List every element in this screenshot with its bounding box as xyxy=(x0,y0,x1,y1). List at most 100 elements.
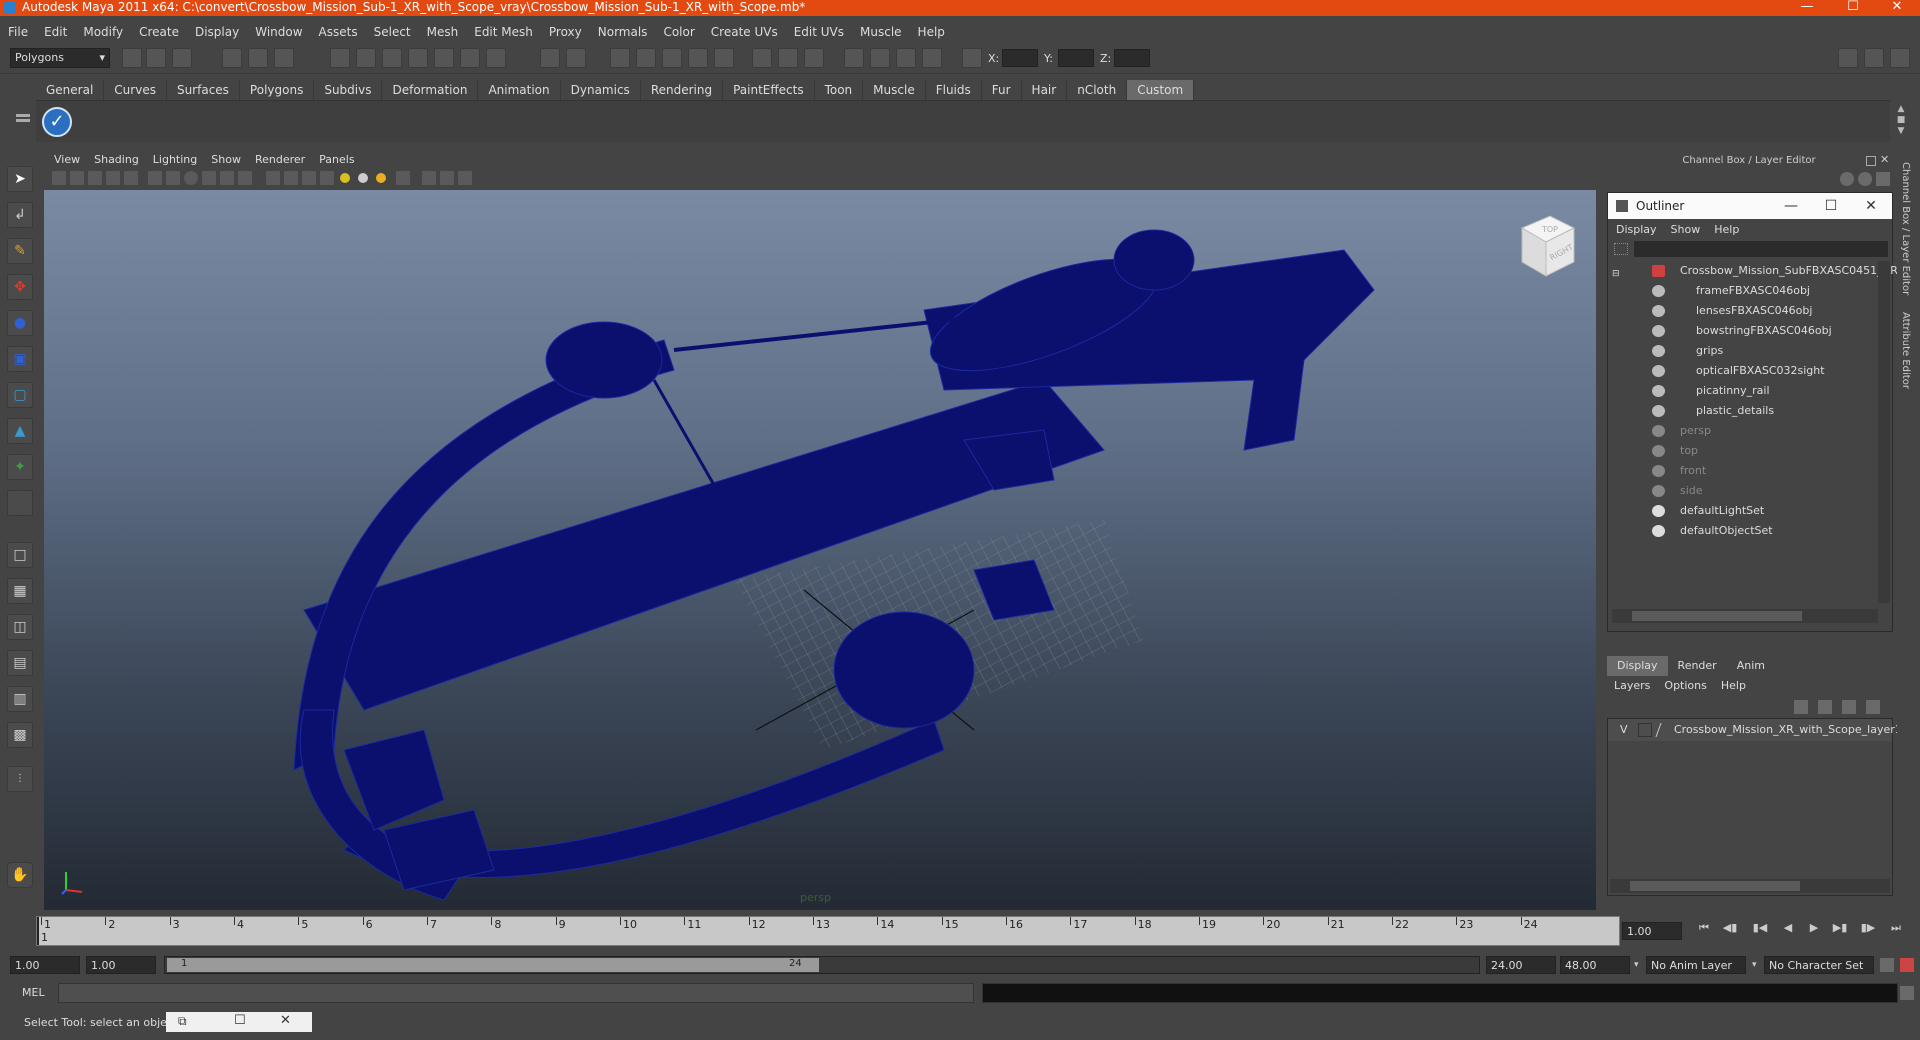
menu-modify[interactable]: Modify xyxy=(83,25,123,39)
menu-mesh[interactable]: Mesh xyxy=(427,25,459,39)
move-tool-icon[interactable]: ✥ xyxy=(7,274,33,300)
transform-mode-icon[interactable] xyxy=(844,48,864,68)
history-icon[interactable] xyxy=(460,48,480,68)
field-chart-icon[interactable] xyxy=(220,171,234,185)
filter-icon[interactable] xyxy=(1614,243,1628,255)
command-language-label[interactable]: MEL xyxy=(22,986,45,999)
anim-prefs-icon[interactable] xyxy=(1900,958,1914,972)
layer-horizontal-scrollbar[interactable] xyxy=(1610,879,1890,893)
outliner-minimize-button[interactable]: — xyxy=(1776,193,1806,219)
view-cube[interactable]: TOP RIGHT xyxy=(1508,210,1580,282)
new-layer-icon[interactable] xyxy=(1842,700,1856,714)
menu-edit-uvs[interactable]: Edit UVs xyxy=(794,25,844,39)
go-to-start-icon[interactable]: ⏮ xyxy=(1696,920,1712,936)
menu-select[interactable]: Select xyxy=(374,25,411,39)
character-set-dropdown[interactable]: No Character Set xyxy=(1764,956,1874,974)
end-time-field[interactable]: 48.00 xyxy=(1560,956,1630,974)
rotate-tool-icon[interactable]: ● xyxy=(7,310,33,336)
y-field[interactable] xyxy=(1058,49,1094,67)
select-component-icon[interactable] xyxy=(274,48,294,68)
tab-rendering[interactable]: Rendering xyxy=(641,80,724,100)
range-handle[interactable]: 1 24 xyxy=(167,958,819,972)
camera-select-icon[interactable] xyxy=(52,171,66,185)
hypershade-icon[interactable] xyxy=(688,48,708,68)
move-layer-up-icon[interactable] xyxy=(1794,700,1808,714)
paint-select-tool-icon[interactable]: ✎ xyxy=(7,238,33,264)
step-back-frame-icon[interactable]: ▮◀ xyxy=(1752,920,1768,936)
lattice-icon[interactable] xyxy=(896,48,916,68)
channel-box-icon[interactable] xyxy=(1840,172,1854,186)
range-track[interactable]: 1 24 xyxy=(164,956,1480,974)
perspective-viewport[interactable]: TOP RIGHT persp xyxy=(44,190,1596,910)
show-tool-settings-icon[interactable] xyxy=(804,48,824,68)
grid-toggle-icon[interactable] xyxy=(148,171,162,185)
show-channelbox-icon[interactable] xyxy=(752,48,772,68)
smooth-shade-icon[interactable] xyxy=(284,171,298,185)
hypershade-persp-layout-icon[interactable]: ▥ xyxy=(7,686,33,712)
tab-subdivs[interactable]: Subdivs xyxy=(314,80,383,100)
outliner-menu-display[interactable]: Display xyxy=(1616,221,1657,239)
render-view-icon[interactable] xyxy=(714,48,734,68)
ipr-render-icon[interactable] xyxy=(636,48,656,68)
manipulator-tool-icon[interactable]: ▢ xyxy=(7,382,33,408)
tab-general[interactable]: General xyxy=(36,80,105,100)
tab-display[interactable]: Display xyxy=(1607,656,1668,676)
camera-attributes-icon[interactable] xyxy=(70,171,84,185)
shelf-menu-icon[interactable] xyxy=(12,102,34,138)
outliner-menu-help[interactable]: Help xyxy=(1714,221,1739,239)
snap-curve-icon[interactable] xyxy=(356,48,376,68)
select-hierarchy-icon[interactable] xyxy=(222,48,242,68)
select-object-icon[interactable] xyxy=(248,48,268,68)
last-tool-icon[interactable] xyxy=(7,490,33,516)
menu-create[interactable]: Create xyxy=(139,25,179,39)
output-ops-icon[interactable] xyxy=(566,48,586,68)
play-backward-icon[interactable]: ◀ xyxy=(1780,920,1796,936)
tab-surfaces[interactable]: Surfaces xyxy=(167,80,240,100)
custom-layout-icon[interactable]: ▩ xyxy=(7,722,33,748)
tab-render[interactable]: Render xyxy=(1668,656,1727,676)
anim-layer-chevron-icon[interactable]: ▾ xyxy=(1634,960,1639,970)
xray-icon[interactable] xyxy=(422,171,436,185)
outliner-horizontal-scrollbar[interactable] xyxy=(1612,609,1878,623)
layout-more-icon[interactable]: ⋮ xyxy=(7,766,33,792)
film-gate-icon[interactable] xyxy=(166,171,180,185)
tab-hair[interactable]: Hair xyxy=(1022,80,1068,100)
edit-icon[interactable] xyxy=(1876,172,1890,186)
outliner-maximize-button[interactable]: ☐ xyxy=(1816,193,1846,219)
step-forward-frame-icon[interactable]: ▶▮ xyxy=(1832,920,1848,936)
tab-animation[interactable]: Animation xyxy=(478,80,561,100)
all-lights-icon[interactable] xyxy=(358,173,368,183)
channelbox-toggle-icon[interactable] xyxy=(1864,48,1884,68)
high-quality-icon[interactable] xyxy=(458,171,472,185)
layer-menu-layers[interactable]: Layers xyxy=(1614,676,1650,696)
tab-curves[interactable]: Curves xyxy=(104,80,167,100)
tab-toon[interactable]: Toon xyxy=(815,80,864,100)
tab-dynamics[interactable]: Dynamics xyxy=(561,80,641,100)
textured-icon[interactable] xyxy=(320,171,334,185)
menu-color[interactable]: Color xyxy=(663,25,694,39)
layer-row[interactable]: V Crossbow_Mission_XR_with_Scope_layer1 xyxy=(1608,719,1902,741)
float-panel-icon[interactable] xyxy=(1866,156,1876,166)
playback-end-field[interactable]: 24.00 xyxy=(1486,956,1556,974)
layer-menu-options[interactable]: Options xyxy=(1664,676,1706,696)
tab-custom[interactable]: Custom xyxy=(1127,80,1195,100)
play-forward-icon[interactable]: ▶ xyxy=(1806,920,1822,936)
paint-tool-icon[interactable]: ✋ xyxy=(7,862,33,888)
layer-scroll-thumb[interactable] xyxy=(1630,881,1800,891)
menu-edit-mesh[interactable]: Edit Mesh xyxy=(474,25,533,39)
collapse-icon[interactable]: ⊟ xyxy=(1612,264,1620,284)
show-manipulator-icon[interactable]: ✦ xyxy=(7,454,33,480)
anim-layer-dropdown[interactable]: No Anim Layer xyxy=(1646,956,1746,974)
xray-joints-icon[interactable] xyxy=(440,171,454,185)
menu-window[interactable]: Window xyxy=(255,25,302,39)
coord-mode-icon[interactable] xyxy=(962,48,982,68)
open-scene-icon[interactable] xyxy=(146,48,166,68)
tab-muscle[interactable]: Muscle xyxy=(863,80,926,100)
restore-icon[interactable]: ⧉ xyxy=(178,1014,187,1029)
checkmark-shelf-icon[interactable]: ✓ xyxy=(42,107,72,137)
tab-ncloth[interactable]: nCloth xyxy=(1067,80,1128,100)
maximize-button[interactable]: ☐ xyxy=(1830,0,1876,16)
panel-menu-shading[interactable]: Shading xyxy=(94,152,139,168)
menu-proxy[interactable]: Proxy xyxy=(549,25,582,39)
layer-menu-help[interactable]: Help xyxy=(1721,676,1746,696)
